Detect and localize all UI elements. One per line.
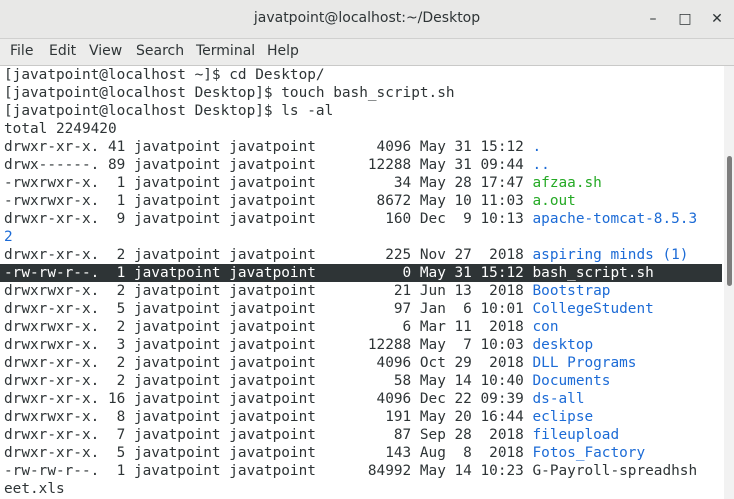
- file-metadata: drwx------. 89 javatpoint javatpoint 122…: [4, 157, 533, 173]
- file-name: eet.xls: [4, 481, 65, 497]
- file-name: G-Payroll-spreadhsh: [532, 463, 698, 479]
- file-metadata: drwxrwxr-x. 2 javatpoint javatpoint 21 J…: [4, 283, 533, 299]
- file-metadata: drwxr-xr-x. 2 javatpoint javatpoint 4096…: [4, 355, 533, 371]
- listing-row: drwxr-xr-x. 41 javatpoint javatpoint 409…: [4, 138, 541, 156]
- file-metadata: drwxr-xr-x. 7 javatpoint javatpoint 87 S…: [4, 427, 533, 443]
- file-metadata: -rwxrwxr-x. 1 javatpoint javatpoint 8672…: [4, 193, 533, 209]
- listing-row: drwxr-xr-x. 9 javatpoint javatpoint 160 …: [4, 210, 697, 228]
- file-metadata: -rwxrwxr-x. 1 javatpoint javatpoint 34 M…: [4, 175, 533, 191]
- listing-row: eet.xls: [4, 480, 65, 498]
- file-metadata: drwxr-xr-x. 2 javatpoint javatpoint 225 …: [4, 247, 533, 263]
- file-metadata: drwxr-xr-x. 41 javatpoint javatpoint 409…: [4, 139, 533, 155]
- file-name: bash_script.sh: [532, 265, 654, 281]
- file-metadata: -rw-rw-r--. 1 javatpoint javatpoint 8499…: [4, 463, 533, 479]
- file-name: ds-all: [532, 391, 585, 407]
- menu-bar: File Edit View Search Terminal Help: [0, 39, 734, 66]
- file-name: desktop: [532, 337, 594, 353]
- menu-help[interactable]: Help: [267, 43, 299, 59]
- file-name: con: [532, 319, 559, 335]
- file-metadata: drwxr-xr-x. 2 javatpoint javatpoint 58 M…: [4, 373, 533, 389]
- ls-total-line: total 2249420: [4, 121, 117, 137]
- command-line: [javatpoint@localhost Desktop]$ ls -al: [4, 103, 334, 119]
- menu-file[interactable]: File: [10, 43, 33, 59]
- file-metadata: drwxr-xr-x. 9 javatpoint javatpoint 160 …: [4, 211, 533, 227]
- file-name: Bootstrap: [532, 283, 611, 299]
- listing-row: drwxr-xr-x. 2 javatpoint javatpoint 225 …: [4, 246, 688, 264]
- minimize-icon[interactable]: –: [642, 8, 664, 30]
- file-name: fileupload: [532, 427, 620, 443]
- listing-row: drwxr-xr-x. 2 javatpoint javatpoint 4096…: [4, 354, 636, 372]
- file-metadata: drwxr-xr-x. 16 javatpoint javatpoint 409…: [4, 391, 533, 407]
- file-name: Fotos_Factory: [532, 445, 646, 461]
- listing-row: drwxr-xr-x. 2 javatpoint javatpoint 58 M…: [4, 372, 610, 390]
- file-name: apache-tomcat-8.5.3: [532, 211, 698, 227]
- listing-row: drwx------. 89 javatpoint javatpoint 122…: [4, 156, 550, 174]
- command-line: [javatpoint@localhost ~]$ cd Desktop/: [4, 67, 325, 83]
- file-metadata: drwxrwxr-x. 2 javatpoint javatpoint 6 Ma…: [4, 319, 533, 335]
- scrollbar[interactable]: [724, 66, 734, 499]
- menu-edit[interactable]: Edit: [49, 43, 76, 59]
- title-bar: javatpoint@localhost:~/Desktop – □ ✕: [0, 0, 734, 39]
- file-metadata: drwxr-xr-x. 5 javatpoint javatpoint 143 …: [4, 445, 533, 461]
- menu-view[interactable]: View: [89, 43, 122, 59]
- file-name: .: [532, 139, 542, 155]
- file-name: aspiring minds (1): [532, 247, 689, 263]
- file-name: ..: [532, 157, 550, 173]
- command-line: [javatpoint@localhost Desktop]$ touch ba…: [4, 85, 455, 101]
- listing-row: drwxr-xr-x. 7 javatpoint javatpoint 87 S…: [4, 426, 619, 444]
- listing-row: 2: [4, 228, 13, 246]
- listing-row: -rwxrwxr-x. 1 javatpoint javatpoint 8672…: [4, 192, 576, 210]
- file-name: Documents: [532, 373, 611, 389]
- listing-row: drwxrwxr-x. 2 javatpoint javatpoint 21 J…: [4, 282, 610, 300]
- file-name: CollegeStudent: [532, 301, 654, 317]
- listing-row: drwxrwxr-x. 2 javatpoint javatpoint 6 Ma…: [4, 318, 559, 336]
- file-name: a.out: [532, 193, 576, 209]
- window-title: javatpoint@localhost:~/Desktop: [253, 10, 481, 26]
- listing-row: drwxrwxr-x. 8 javatpoint javatpoint 191 …: [4, 408, 593, 426]
- file-name: eclipse: [532, 409, 594, 425]
- menu-terminal[interactable]: Terminal: [196, 43, 255, 59]
- file-name: 2: [4, 229, 13, 245]
- listing-row-selected: -rw-rw-r--. 1 javatpoint javatpoint 0 Ma…: [0, 264, 722, 282]
- listing-row: drwxr-xr-x. 5 javatpoint javatpoint 97 J…: [4, 300, 654, 318]
- listing-row: drwxr-xr-x. 16 javatpoint javatpoint 409…: [4, 390, 584, 408]
- file-metadata: drwxr-xr-x. 5 javatpoint javatpoint 97 J…: [4, 301, 533, 317]
- listing-row: -rw-rw-r--. 1 javatpoint javatpoint 8499…: [4, 462, 697, 480]
- listing-row: drwxr-xr-x. 5 javatpoint javatpoint 143 …: [4, 444, 645, 462]
- listing-row: -rwxrwxr-x. 1 javatpoint javatpoint 34 M…: [4, 174, 602, 192]
- file-metadata: drwxrwxr-x. 3 javatpoint javatpoint 1228…: [4, 337, 533, 353]
- close-icon[interactable]: ✕: [706, 8, 728, 30]
- maximize-icon[interactable]: □: [674, 8, 696, 30]
- scrollbar-thumb[interactable]: [727, 156, 732, 286]
- menu-search[interactable]: Search: [136, 43, 184, 59]
- terminal-output[interactable]: [javatpoint@localhost ~]$ cd Desktop/ [j…: [0, 66, 724, 499]
- file-metadata: -rw-rw-r--. 1 javatpoint javatpoint 0 Ma…: [4, 265, 533, 281]
- file-metadata: drwxrwxr-x. 8 javatpoint javatpoint 191 …: [4, 409, 533, 425]
- listing-row: drwxrwxr-x. 3 javatpoint javatpoint 1228…: [4, 336, 593, 354]
- file-name: afzaa.sh: [532, 175, 602, 191]
- file-name: DLL Programs: [532, 355, 637, 371]
